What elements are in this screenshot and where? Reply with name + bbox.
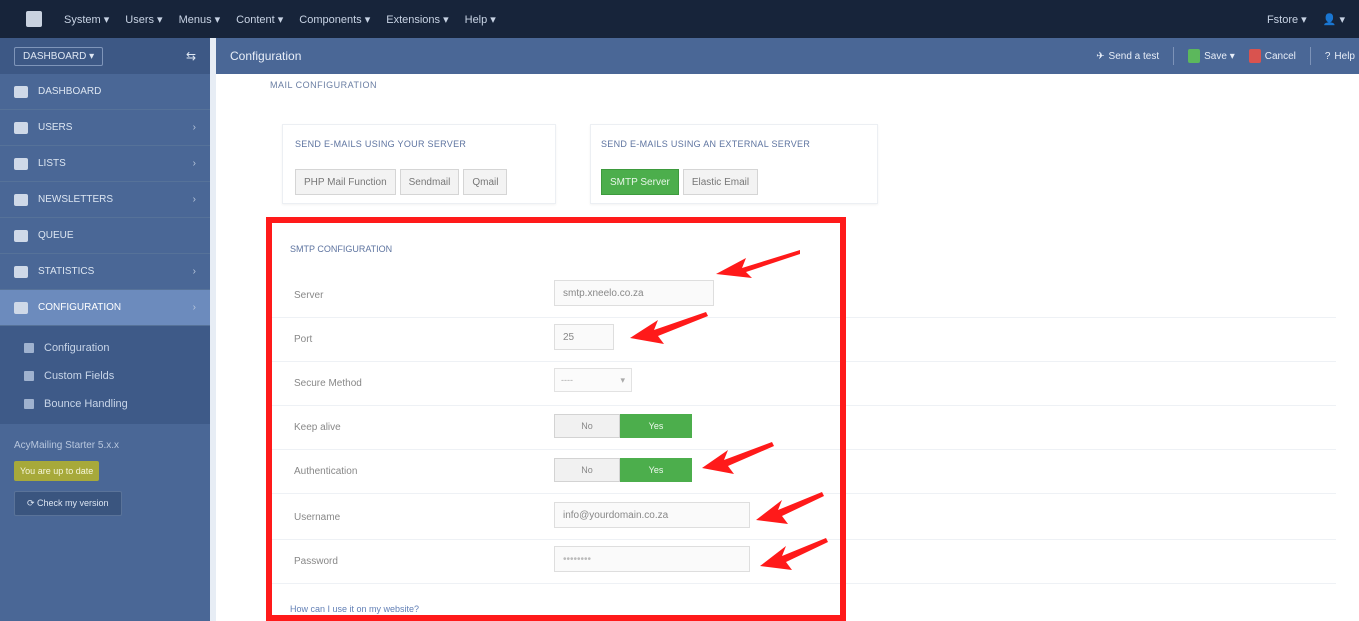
chevron-icon: › [192,266,196,277]
users-icon [14,121,28,134]
elastic-email-button[interactable]: Elastic Email [682,169,759,195]
secure-method-select[interactable]: ---- ▾ [554,368,632,392]
keep-alive-label: Keep alive [294,422,341,433]
subnav-bounce-handling[interactable]: Bounce Handling [0,390,210,418]
port-row: Port 25 [270,318,1336,362]
authentication-toggle[interactable]: No Yes [554,458,692,482]
version-status: AcyMailing Starter 5.x.x You are up to d… [0,424,210,516]
sidebar-item-configuration[interactable]: Configuration › [0,290,210,326]
chevron-icon: › [192,158,196,169]
subnav-custom-fields[interactable]: Custom Fields [0,362,210,390]
chevron-down-icon: ▾ [620,374,625,385]
help-icon: ? [1324,50,1331,62]
queue-icon [14,229,28,242]
menu-components[interactable]: Components ▾ [299,13,370,26]
toolbar-divider [1309,47,1311,65]
arrow-authentication-icon [702,442,774,474]
dashboard-dropdown[interactable]: DASHBOARD ▾ [14,46,104,66]
send-icon: ✈ [1096,50,1105,62]
chevron-icon: › [192,122,196,133]
sidebar-item-dashboard[interactable]: Dashboard [0,74,210,110]
arrow-server-icon [716,250,800,278]
sidebar-item-queue[interactable]: Queue [0,218,210,254]
fields-icon [24,371,34,381]
page-title: Configuration [230,49,302,63]
save-button[interactable]: Save ▾ [1188,49,1235,63]
lists-icon [14,157,28,170]
sendmail-button[interactable]: Sendmail [399,169,460,195]
save-icon [1188,49,1201,63]
sidebar-toggle-icon[interactable]: ⇆ [186,49,196,63]
gear-icon [24,343,34,353]
top-menu: System ▾ Users ▾ Menus ▾ Content ▾ Compo… [64,13,496,26]
sidebar-item-statistics[interactable]: Statistics › [0,254,210,290]
version-text: AcyMailing Starter 5.x.x [14,440,120,451]
local-server-panel: Send e-mails using your server PHP Mail … [282,124,556,204]
keep-alive-row: Keep alive No Yes [270,406,1336,450]
chevron-icon: › [192,302,196,313]
server-row: Server smtp.xneelo.co.za [270,274,1336,318]
subnav-configuration[interactable]: Configuration [0,334,210,362]
authentication-label: Authentication [294,466,358,477]
sidebar-item-users[interactable]: Users › [0,110,210,146]
top-menubar: System ▾ Users ▾ Menus ▾ Content ▾ Compo… [0,0,1359,38]
smtp-server-button[interactable]: SMTP Server [601,169,679,195]
qmail-button[interactable]: Qmail [463,169,508,195]
php-mail-button[interactable]: PHP Mail Function [295,169,396,195]
help-button[interactable]: ? Help [1325,51,1355,62]
toolbar: Configuration ✈ Send a test Save ▾ Cancel… [216,38,1359,74]
server-label: Server [294,290,324,301]
check-version-button[interactable]: ⟳ Check my version [14,491,122,516]
user-menu[interactable]: 👤 ▾ [1323,13,1345,26]
authentication-yes[interactable]: Yes [620,458,692,482]
newsletter-icon [14,193,28,206]
menu-users[interactable]: Users ▾ [125,13,162,26]
username-label: Username [294,512,341,523]
port-label: Port [294,334,313,345]
sidebar-header: DASHBOARD ▾ ⇆ [0,38,210,74]
external-server-panel: Send e-mails using an external server SM… [590,124,878,204]
password-input[interactable]: •••••••• [554,546,750,572]
local-server-title: Send e-mails using your server [295,139,467,149]
bounce-icon [24,399,34,409]
sidebar-item-lists[interactable]: Lists › [0,146,210,182]
authentication-no[interactable]: No [554,458,620,482]
keep-alive-yes[interactable]: Yes [620,414,692,438]
port-input[interactable]: 25 [554,324,614,350]
gear-icon [14,301,28,314]
smtp-configuration-title: SMTP configuration [290,244,393,254]
server-input[interactable]: smtp.xneelo.co.za [554,280,714,306]
external-server-title: Send e-mails using an external server [601,139,811,149]
toolbar-divider [1173,47,1175,65]
mail-configuration-title: Mail configuration [270,80,378,90]
username-input[interactable]: info@yourdomain.co.za [554,502,750,528]
sidebar: DASHBOARD ▾ ⇆ Dashboard Users › Lists › Ne… [0,38,216,621]
dashboard-icon [14,85,28,98]
cancel-button[interactable]: Cancel [1248,49,1296,63]
statistics-icon [14,265,28,278]
joomla-logo-icon[interactable] [26,11,42,27]
sidebar-item-newsletters[interactable]: Newsletters › [0,182,210,218]
menu-content[interactable]: Content ▾ [236,13,283,26]
secure-method-row: Secure Method ---- ▾ [270,362,1336,406]
menu-help[interactable]: Help ▾ [465,13,496,26]
arrow-username-icon [756,492,824,524]
send-test-button[interactable]: ✈ Send a test [1096,51,1159,62]
cancel-icon [1248,49,1261,63]
menu-menus[interactable]: Menus ▾ [179,13,221,26]
help-link[interactable]: How can I use it on my website? [290,604,419,614]
secure-method-label: Secure Method [294,378,362,389]
menu-system[interactable]: System ▾ [64,13,109,26]
up-to-date-badge[interactable]: You are up to date [14,461,100,481]
sidebar-subnav: Configuration Custom Fields Bounce Handl… [0,326,210,424]
password-label: Password [294,556,338,567]
keep-alive-toggle[interactable]: No Yes [554,414,692,438]
site-link[interactable]: Fstore ▾ [1267,13,1307,26]
chevron-icon: › [192,194,196,205]
menu-extensions[interactable]: Extensions ▾ [386,13,448,26]
keep-alive-no[interactable]: No [554,414,620,438]
arrow-password-icon [760,538,828,570]
arrow-port-icon [630,312,708,344]
